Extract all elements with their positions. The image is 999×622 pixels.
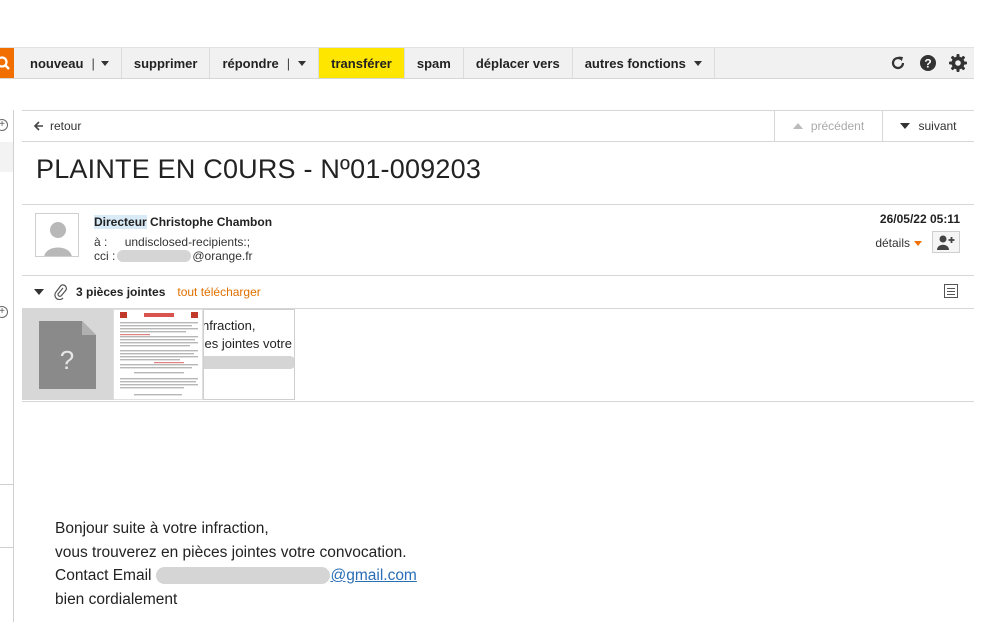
forward-button[interactable]: transférer <box>319 48 405 78</box>
message-header: Directeur Christophe Chambon à : undiscl… <box>22 204 974 276</box>
preview-line: ces jointes votre <box>203 336 292 351</box>
sidebar-selected-item[interactable] <box>0 142 13 172</box>
document-thumbnail <box>120 312 198 396</box>
separator: | <box>91 55 95 71</box>
person-icon <box>44 222 72 256</box>
details-label: détails <box>875 236 910 250</box>
redacted-email <box>156 567 331 585</box>
sidebar-edge <box>0 110 14 622</box>
triangle-down-icon <box>900 123 911 129</box>
attachment-document-preview[interactable] <box>113 309 203 400</box>
triangle-up-icon <box>792 123 803 129</box>
next-button[interactable]: suivant <box>882 111 974 141</box>
attachment-thumbnails: ? nfraction, ces jointes votre <box>22 309 974 402</box>
reply-label: répondre <box>222 55 279 71</box>
sender[interactable]: Directeur Christophe Chambon <box>94 215 272 229</box>
next-label: suivant <box>918 119 957 133</box>
redacted-email <box>117 250 192 262</box>
previous-button[interactable]: précédent <box>774 111 882 141</box>
body-line: Bonjour suite à votre infraction, <box>55 520 269 537</box>
toolbar: nouveau | supprimer répondre | transfére… <box>0 47 974 79</box>
help-button[interactable]: ? <box>918 53 938 73</box>
svg-text:?: ? <box>924 57 931 71</box>
message-date: 26/05/22 05:11 <box>879 212 960 226</box>
to-value: undisclosed-recipients:; <box>124 235 251 249</box>
spam-button[interactable]: spam <box>405 48 464 78</box>
to-line: à : undisclosed-recipients:; <box>94 235 250 249</box>
move-to-button[interactable]: déplacer vers <box>464 48 573 78</box>
more-functions-label: autres fonctions <box>584 55 686 71</box>
details-button[interactable]: détails <box>875 236 922 250</box>
add-contact-button[interactable] <box>932 231 960 253</box>
arrow-left-icon <box>34 121 43 131</box>
attachments-bar: 3 pièces jointes tout télécharger <box>22 276 974 309</box>
previous-label: précédent <box>810 119 865 133</box>
settings-button[interactable] <box>948 53 968 73</box>
separator: | <box>286 55 291 71</box>
refresh-icon <box>891 56 905 70</box>
paperclip-icon <box>54 284 67 300</box>
help-icon: ? <box>920 55 936 71</box>
refresh-button[interactable] <box>888 53 908 73</box>
delete-label: supprimer <box>133 55 198 71</box>
reply-button[interactable]: répondre | <box>210 48 320 78</box>
sender-name: Christophe Chambon <box>150 215 273 229</box>
sender-title: Directeur <box>94 215 147 229</box>
search-icon <box>0 56 10 70</box>
svg-text:?: ? <box>60 345 74 375</box>
spam-label: spam <box>416 55 451 71</box>
body-line: bien cordialement <box>55 590 178 608</box>
chevron-down-icon[interactable] <box>298 60 307 66</box>
preview-line: nfraction, <box>203 318 256 333</box>
message-body: Bonjour suite à votre infraction, vous t… <box>55 517 417 611</box>
email-link[interactable]: @gmail.com <box>330 564 416 588</box>
chevron-down-icon <box>693 60 702 66</box>
list-view-icon[interactable] <box>944 284 958 298</box>
collapse-attachments-icon[interactable] <box>34 289 44 295</box>
gear-icon <box>949 54 967 72</box>
contact-label: Contact Email <box>55 567 152 584</box>
message-subject: PLAINTE EN C0URS - Nº01-009203 <box>36 154 482 184</box>
body-line: vous trouverez en pièces jointes votre c… <box>55 543 407 561</box>
chevron-down-icon[interactable] <box>100 60 109 66</box>
forward-label: transférer <box>331 55 392 71</box>
new-message-button[interactable]: nouveau | <box>14 48 122 78</box>
more-functions-button[interactable]: autres fonctions <box>573 48 715 78</box>
delete-button[interactable]: supprimer <box>122 48 211 78</box>
contact-line: Contact Email @gmail.com <box>55 564 417 588</box>
unknown-file-icon: ? <box>39 321 96 389</box>
bcc-line: cci : @orange.fr <box>94 249 253 263</box>
avatar <box>35 213 79 257</box>
attachments-count: 3 pièces jointes <box>76 285 166 299</box>
download-all-link[interactable]: tout télécharger <box>177 285 260 299</box>
new-message-label: nouveau <box>30 55 84 71</box>
message-nav-bar: retour précédent suivant <box>22 110 974 142</box>
move-to-label: déplacer vers <box>475 55 560 71</box>
back-button[interactable]: retour <box>22 119 81 133</box>
bcc-label: cci : <box>94 249 116 263</box>
redacted-text <box>204 356 294 369</box>
back-label: retour <box>50 119 82 133</box>
chevron-down-icon <box>914 240 922 246</box>
add-contact-icon <box>937 235 955 250</box>
toolbar-right: ? <box>888 48 974 78</box>
search-button[interactable] <box>0 48 14 78</box>
sidebar-divider <box>0 484 13 485</box>
bcc-domain: @orange.fr <box>192 249 253 263</box>
to-label: à : <box>94 235 108 249</box>
sidebar-divider <box>0 547 13 548</box>
attachment-text-preview[interactable]: nfraction, ces jointes votre <box>203 309 295 400</box>
attachment-unknown-file[interactable]: ? <box>22 309 113 400</box>
